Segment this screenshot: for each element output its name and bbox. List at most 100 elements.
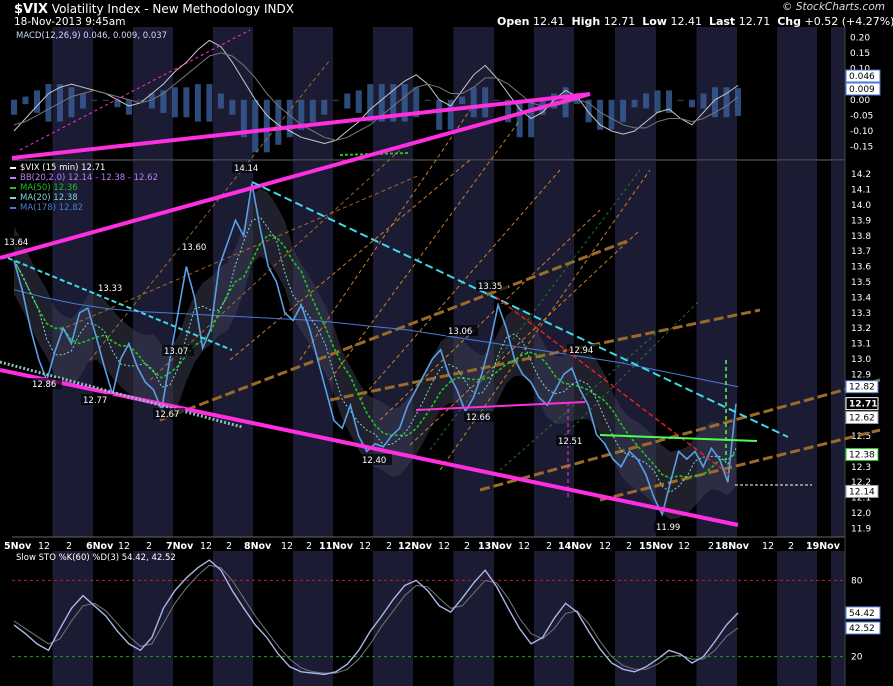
x-tick-label: 13Nov bbox=[478, 541, 513, 552]
price-value-label: 12.62 bbox=[849, 414, 875, 424]
macd-tick-label: 0.00 bbox=[850, 96, 870, 106]
price-annotation-label: 12.67 bbox=[155, 410, 179, 420]
day-band-session bbox=[133, 551, 173, 686]
price-annotation-label: 13.64 bbox=[4, 238, 28, 248]
price-tick-label: 14.0 bbox=[851, 201, 871, 211]
day-band-night bbox=[494, 27, 534, 160]
x-tick-label: 12 bbox=[518, 541, 530, 552]
x-tick-label: 12 bbox=[200, 541, 212, 552]
price-tick-label: 12.9 bbox=[851, 370, 871, 380]
price-tick-label: 13.6 bbox=[851, 263, 871, 273]
macd-histogram-bar bbox=[125, 99, 132, 115]
x-tick-label: 14Nov bbox=[558, 541, 593, 552]
x-tick-label: 2 bbox=[788, 541, 794, 552]
macd-tick-label: 0.20 bbox=[850, 33, 870, 43]
macd-tick-label: -0.05 bbox=[850, 111, 873, 121]
macd-histogram-bar bbox=[206, 84, 213, 122]
day-band-night bbox=[737, 551, 777, 686]
x-tick-label: 2 bbox=[464, 541, 470, 552]
day-band-night bbox=[817, 27, 831, 160]
macd-tick-label: -0.15 bbox=[850, 143, 873, 153]
price-annotation-label: 13.33 bbox=[98, 284, 122, 294]
macd-histogram-bar bbox=[367, 84, 374, 122]
price-legend-swatch bbox=[10, 197, 16, 199]
macd-histogram-bar bbox=[321, 99, 328, 115]
x-tick-label: 5Nov bbox=[4, 541, 32, 552]
macd-value-label: 0.009 bbox=[849, 85, 875, 95]
sto-tick-label: 80 bbox=[851, 576, 863, 586]
day-band-session bbox=[453, 551, 494, 686]
price-value-label: 12.38 bbox=[849, 450, 875, 460]
macd-histogram-bar bbox=[631, 99, 638, 108]
price-value-label: 12.14 bbox=[849, 487, 875, 497]
macd-histogram-bar bbox=[620, 99, 627, 123]
macd-histogram-bar bbox=[332, 99, 339, 101]
price-legend-entry: BB(20,2.0) 12.14 - 12.38 - 12.62 bbox=[20, 173, 158, 183]
price-tick-label: 13.3 bbox=[851, 309, 871, 319]
day-band-night bbox=[93, 27, 133, 160]
macd-tick-label: 0.15 bbox=[850, 49, 870, 59]
day-band-session bbox=[777, 161, 817, 537]
macd-histogram-bar bbox=[677, 99, 684, 101]
price-annotation-label: 13.07 bbox=[164, 347, 188, 357]
price-legend-swatch bbox=[10, 207, 16, 209]
day-band-session bbox=[777, 27, 817, 160]
price-legend-swatch bbox=[10, 187, 16, 189]
macd-histogram-bar bbox=[493, 99, 500, 101]
x-tick-label: 6Nov bbox=[86, 541, 114, 552]
day-band-night bbox=[253, 27, 293, 160]
x-tick-label: 12 bbox=[118, 541, 130, 552]
price-tick-label: 13.4 bbox=[851, 293, 871, 303]
day-band-night bbox=[817, 161, 831, 537]
price-annotation-label: 12.94 bbox=[569, 346, 593, 356]
macd-histogram-bar bbox=[344, 93, 351, 109]
macd-histogram-bar bbox=[654, 90, 661, 113]
day-band-session bbox=[373, 161, 413, 537]
x-tick-label: 15Nov bbox=[639, 541, 674, 552]
price-annotation-label: 12.66 bbox=[466, 413, 490, 423]
macd-histogram-bar bbox=[355, 90, 362, 113]
macd-value-label: 0.046 bbox=[849, 72, 875, 82]
macd-histogram-bar bbox=[68, 87, 75, 118]
day-band-session bbox=[52, 551, 93, 686]
x-tick-label: 12 bbox=[599, 541, 611, 552]
sto-legend: Slow STO %K(60) %D(3) 54.42, 42.52 bbox=[16, 553, 176, 563]
x-tick-label: 2 bbox=[226, 541, 232, 552]
price-annotation-label: 12.86 bbox=[32, 380, 56, 390]
price-legend-swatch bbox=[10, 167, 16, 169]
x-tick-label: 12 bbox=[678, 541, 690, 552]
price-value-label: 12.82 bbox=[849, 383, 875, 393]
day-band-session bbox=[213, 551, 253, 686]
macd-histogram-bar bbox=[263, 99, 270, 153]
price-legend-entry: $VIX (15 min) 12.71 bbox=[20, 163, 105, 173]
price-annotation-label: 12.40 bbox=[362, 456, 386, 466]
price-tick-label: 12.0 bbox=[851, 509, 871, 519]
macd-histogram-bar bbox=[252, 99, 259, 153]
macd-histogram-bar bbox=[436, 99, 443, 130]
price-tick-label: 13.7 bbox=[851, 247, 871, 257]
price-annotation-label: 13.06 bbox=[448, 327, 472, 337]
day-band-night bbox=[737, 27, 777, 160]
macd-histogram-bar bbox=[482, 87, 489, 118]
price-annotation-label: 13.35 bbox=[478, 282, 502, 292]
price-annotation-label: 12.77 bbox=[83, 396, 107, 406]
macd-histogram-bar bbox=[459, 96, 466, 105]
price-annotation-label: 13.60 bbox=[182, 243, 206, 253]
day-band-session bbox=[696, 551, 737, 686]
x-tick-label: 2 bbox=[626, 541, 632, 552]
price-tick-label: 13.5 bbox=[851, 278, 871, 288]
macd-histogram-bar bbox=[735, 88, 741, 116]
x-tick-label: 12 bbox=[438, 541, 450, 552]
x-tick-label: 2 bbox=[146, 541, 152, 552]
price-legend-entry: MA(50) 12.36 bbox=[20, 183, 78, 193]
day-band-session bbox=[831, 551, 845, 686]
price-tick-label: 13.9 bbox=[851, 216, 871, 226]
price-tick-label: 13.8 bbox=[851, 232, 871, 242]
day-band-session bbox=[831, 27, 845, 160]
macd-histogram-bar bbox=[79, 93, 86, 109]
macd-histogram-bar bbox=[11, 99, 17, 115]
macd-histogram-bar bbox=[102, 99, 109, 101]
x-tick-label: 2 bbox=[708, 541, 714, 552]
macd-histogram-bar bbox=[91, 99, 98, 101]
x-tick-label: 12Nov bbox=[398, 541, 433, 552]
